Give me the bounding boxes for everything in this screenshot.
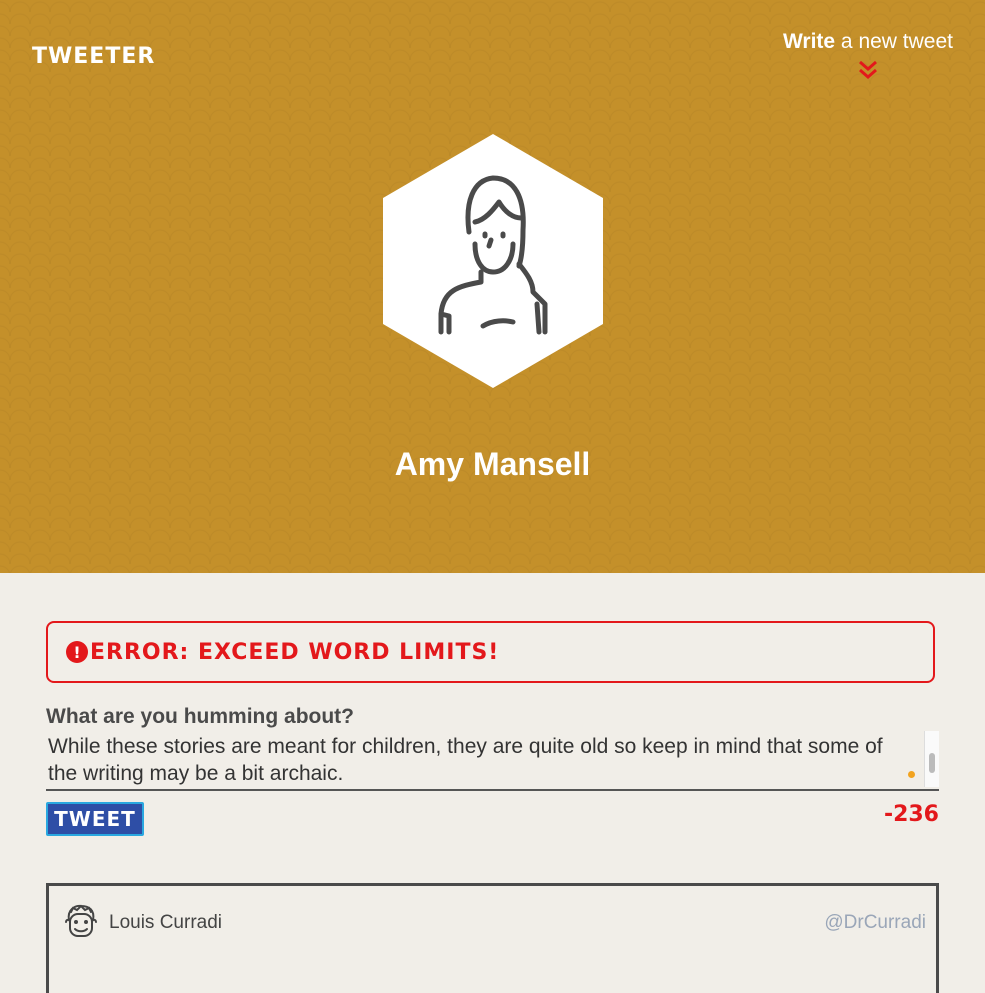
status-dot (908, 771, 915, 778)
profile-avatar (383, 134, 603, 388)
tweet-button[interactable]: Tweet (46, 802, 144, 836)
textarea-scrollbar[interactable] (924, 731, 939, 787)
app-logo[interactable]: TWEETER (32, 44, 155, 69)
exclamation-icon: ! (66, 641, 88, 663)
man-avatar-icon (65, 904, 97, 937)
char-counter: -236 (883, 802, 939, 827)
profile-name: Amy Mansell (394, 446, 591, 482)
tweet-author[interactable]: Louis Curradi (109, 912, 222, 934)
main-content: ! Error: Exceed Word Limits! What are yo… (0, 573, 985, 993)
tweet-textarea[interactable]: While these stories are meant for childr… (46, 731, 939, 791)
scrollbar-thumb[interactable] (929, 753, 935, 773)
compose-link-label: Write a new tweet (782, 30, 953, 53)
write-new-tweet-link[interactable]: Write a new tweet (783, 30, 953, 82)
error-message: Error: Exceed Word Limits! (90, 639, 500, 665)
tweet-handle[interactable]: @DrCurradi (824, 912, 926, 934)
tweet-card: Louis Curradi @DrCurradi (46, 883, 939, 993)
double-chevron-down-icon[interactable] (856, 58, 880, 82)
error-banner: ! Error: Exceed Word Limits! (46, 621, 935, 683)
compose-prompt: What are you humming about? (46, 705, 354, 728)
profile-header: TWEETER Write a new tweet Amy Mansell (0, 0, 985, 573)
